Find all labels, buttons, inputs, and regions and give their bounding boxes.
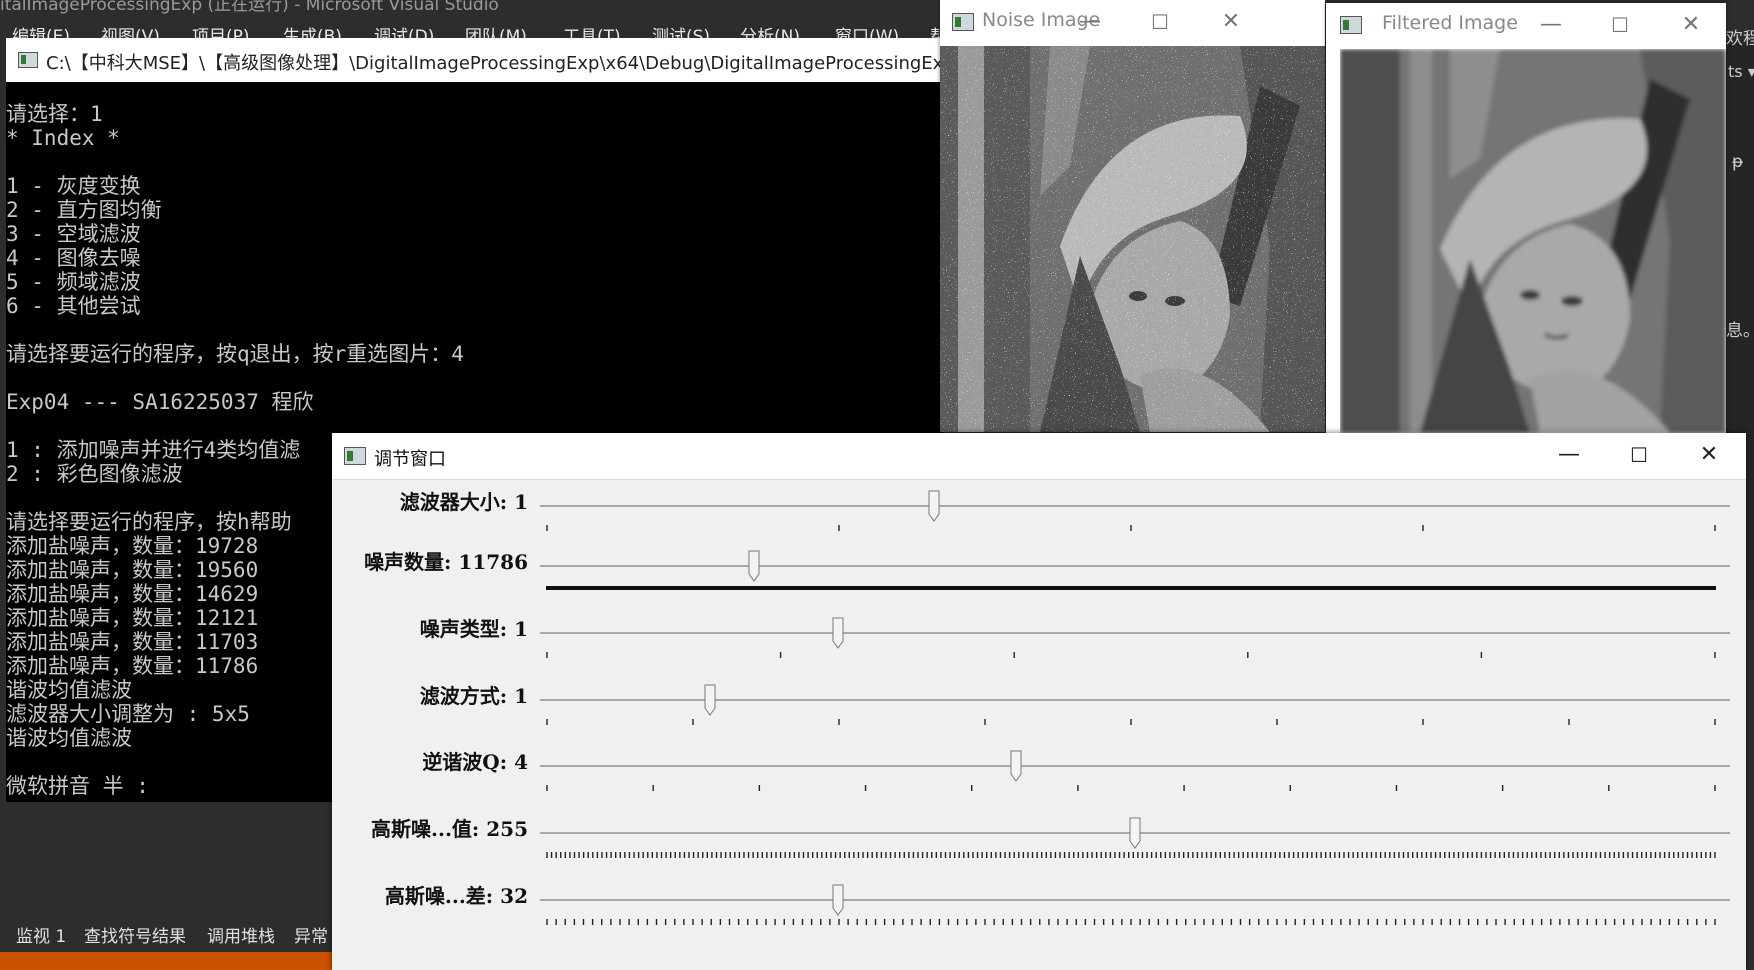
tab-call-stack[interactable]: 调用堆栈 [207, 922, 275, 947]
minimize-icon[interactable]: — [1067, 0, 1113, 44]
console-line: 添加盐噪声，数量：19728 [6, 534, 259, 558]
console-line: 3 - 空域滤波 [6, 222, 141, 246]
trackbar-track[interactable] [540, 899, 1730, 901]
trackbar-row: 噪声数量: 11786 [332, 546, 1746, 596]
trackbar-window-title: 调节窗口 [374, 449, 446, 470]
maximize-icon[interactable]: ☐ [1616, 433, 1662, 477]
trackbar-row: 噪声类型: 1 [332, 613, 1746, 663]
maximize-icon[interactable]: ☐ [1597, 3, 1643, 47]
console-line: 6 - 其他尝试 [6, 294, 141, 318]
opencv-window-icon [344, 447, 366, 465]
trackbar-ticks [546, 525, 1716, 531]
trackbar-track[interactable] [540, 699, 1730, 701]
vs-edge-message: 息。 [1726, 321, 1754, 341]
console-line: 2 : 彩色图像滤波 [6, 462, 183, 486]
console-titlebar[interactable]: C:\【中科大MSE】\【高级图像处理】\DigitalImageProcess… [6, 38, 944, 82]
trackbar-label: 高斯噪...差: 32 [384, 884, 528, 908]
trackbar-label: 逆谐波Q: 4 [422, 750, 528, 774]
filtered-image [1340, 49, 1726, 433]
minimize-icon[interactable]: — [1546, 433, 1592, 477]
console-line: 请选择：1 [6, 102, 103, 126]
close-icon[interactable]: ✕ [1208, 0, 1254, 44]
noise-image-titlebar[interactable]: Noise Image — ☐ ✕ [940, 0, 1325, 44]
console-line: 5 - 频域滤波 [6, 270, 141, 294]
console-icon [18, 52, 38, 68]
trackbar-row: 高斯噪...差: 32 [332, 880, 1746, 930]
trackbar-window[interactable]: 调节窗口 — ☐ ✕ 滤波器大小: 1 噪声数量: 11786 噪声类型: 1 滤波方… [332, 433, 1746, 970]
filtered-image-window[interactable]: Filtered Image — ☐ ✕ [1326, 3, 1726, 433]
console-line: 2 - 直方图均衡 [6, 198, 162, 222]
console-line: 添加盐噪声，数量：14629 [6, 582, 259, 606]
trackbar-ticks [546, 919, 1716, 925]
trackbar-label: 滤波方式: 1 [419, 684, 528, 708]
console-line: 请选择要运行的程序，按h帮助 [6, 510, 292, 534]
vs-edge-text: 欢程 [1726, 29, 1754, 49]
trackbar-row: 滤波方式: 1 [332, 680, 1746, 730]
trackbar-tick-band [546, 586, 1716, 590]
trackbar-row: 滤波器大小: 1 [332, 486, 1746, 536]
trackbar-ticks [546, 852, 1716, 858]
trackbar-track[interactable] [540, 765, 1730, 767]
console-line: 1 : 添加噪声并进行4类均值滤 [6, 438, 301, 462]
trackbar-track[interactable] [540, 565, 1730, 567]
close-icon[interactable]: ✕ [1668, 3, 1714, 47]
vs-bottom-tabs: 监视 1 查找符号结果 调用堆栈 异常 [0, 918, 334, 948]
trackbar-ticks [546, 652, 1716, 658]
console-line: 谐波均值滤波 [6, 726, 132, 750]
trackbar-track[interactable] [540, 632, 1730, 634]
filtered-image-titlebar[interactable]: Filtered Image — ☐ ✕ [1326, 3, 1726, 47]
trackbar-thumb[interactable] [748, 550, 760, 582]
console-line: 请选择要运行的程序，按q退出，按r重选图片：4 [6, 342, 464, 366]
console-line: 微软拼音 半 : [6, 774, 149, 798]
trackbar-titlebar[interactable]: 调节窗口 — ☐ ✕ [332, 433, 1746, 480]
console-line: 添加盐噪声，数量：11786 [6, 654, 259, 678]
console-line: Exp04 --- SA16225037 程欣 [6, 390, 314, 414]
console-line: 谐波均值滤波 [6, 678, 132, 702]
tab-watch-1[interactable]: 监视 1 [16, 922, 66, 947]
console-line: 4 - 图像去噪 [6, 246, 141, 270]
opencv-window-icon [1340, 16, 1362, 34]
trackbar-label: 高斯噪...值: 255 [371, 817, 528, 841]
tab-exceptions[interactable]: 异常 [294, 922, 328, 947]
tab-find-symbol-results[interactable]: 查找符号结果 [84, 922, 186, 947]
trackbar-thumb[interactable] [832, 617, 844, 649]
trackbar-ticks [546, 719, 1716, 725]
trackbar-label: 噪声数量: 11786 [364, 550, 528, 574]
maximize-icon[interactable]: ☐ [1137, 0, 1183, 44]
trackbar-thumb[interactable] [832, 884, 844, 916]
vs-edge-dropdown[interactable]: ts ▾ [1728, 62, 1754, 81]
trackbar-row: 高斯噪...值: 255 [332, 813, 1746, 863]
filtered-image-title: Filtered Image [1382, 12, 1518, 34]
console-title: C:\【中科大MSE】\【高级图像处理】\DigitalImageProcess… [46, 53, 944, 74]
console-line: 1 - 灰度变换 [6, 174, 141, 198]
trackbar-label: 滤波器大小: 1 [399, 490, 528, 514]
console-line: 滤波器大小调整为 : 5x5 [6, 702, 250, 726]
console-line: 添加盐噪声，数量：19560 [6, 558, 259, 582]
pin-icon[interactable]: ᵽ [1732, 152, 1743, 172]
trackbar-row: 逆谐波Q: 4 [332, 746, 1746, 796]
opencv-window-icon [952, 13, 974, 31]
trackbar-ticks [546, 586, 1716, 590]
noise-image [940, 46, 1325, 432]
console-line: 添加盐噪声，数量：11703 [6, 630, 259, 654]
trackbar-thumb[interactable] [1010, 750, 1022, 782]
trackbar-label: 噪声类型: 1 [419, 617, 528, 641]
trackbar-thumb[interactable] [1129, 817, 1141, 849]
close-icon[interactable]: ✕ [1686, 433, 1732, 477]
noise-image-window[interactable]: Noise Image — ☐ ✕ [940, 0, 1325, 432]
trackbar-thumb[interactable] [704, 684, 716, 716]
trackbar-track[interactable] [540, 505, 1730, 507]
vs-statusbar [0, 952, 334, 970]
console-line: * Index * [6, 126, 120, 150]
console-line: 添加盐噪声，数量：12121 [6, 606, 259, 630]
trackbar-thumb[interactable] [928, 490, 940, 522]
minimize-icon[interactable]: — [1528, 3, 1574, 47]
trackbar-ticks [546, 785, 1716, 791]
